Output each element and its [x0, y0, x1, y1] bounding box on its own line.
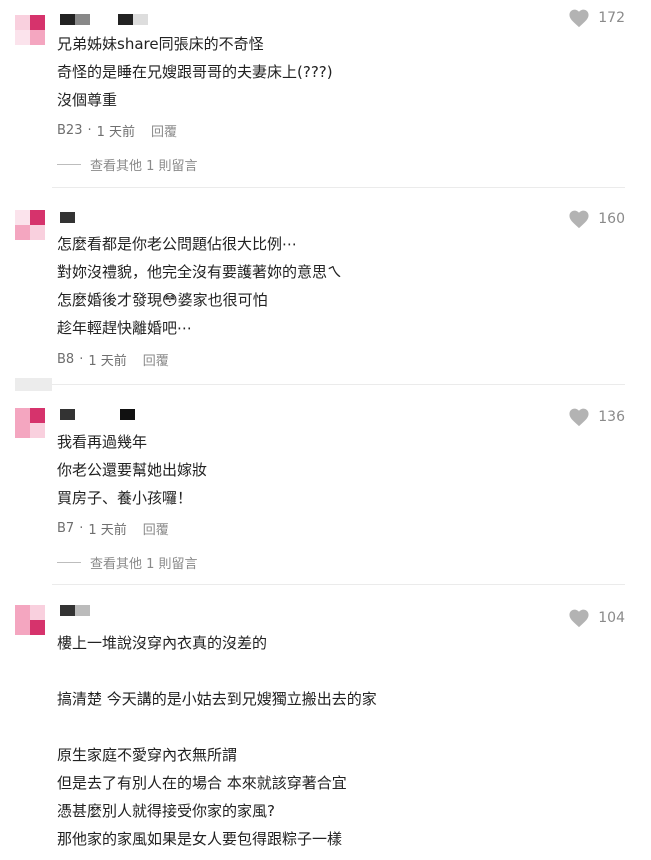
comment-line: 你老公還要幫她出嫁妝	[57, 461, 208, 479]
meta-separator: ·	[79, 521, 84, 536]
comment-line: 兄弟姊妹share同張床的不奇怪	[57, 35, 264, 53]
heart-icon	[569, 210, 589, 229]
scroll-indicator	[15, 378, 52, 391]
comment-line: 奇怪的是睡在兄嫂跟哥哥的夫妻床上(???)	[57, 63, 333, 81]
comment-line	[57, 713, 621, 741]
divider	[52, 187, 625, 188]
like-count: 160	[598, 211, 625, 227]
floor-number: B7	[57, 521, 75, 536]
comment-line: 怎麼看都是你老公問題佔很大比例⋯	[57, 235, 298, 253]
username-pixel-art[interactable]	[60, 212, 75, 223]
comment-line: 搞清楚 今天講的是小姑去到兄嫂獨立搬出去的家	[57, 690, 377, 708]
comment-line: 原生家庭不愛穿內衣無所謂	[57, 746, 238, 764]
username-pixel-art[interactable]	[60, 605, 90, 616]
comment-text: 兄弟姊妹share同張床的不奇怪 奇怪的是睡在兄嫂跟哥哥的夫妻床上(???) 沒…	[57, 30, 621, 114]
heart-icon	[569, 9, 589, 28]
like-button[interactable]: 160	[568, 209, 625, 229]
divider-dash	[57, 562, 81, 563]
reply-button[interactable]: 回覆	[143, 519, 169, 538]
comment-line: 但是去了有別人在的場合 本來就該穿著合宜	[57, 774, 347, 792]
floor-number: B8	[57, 352, 75, 367]
like-button[interactable]: 104	[568, 608, 625, 628]
heart-icon	[569, 609, 589, 628]
timestamp: 1 天前	[96, 125, 136, 140]
meta-separator: ·	[79, 352, 84, 367]
like-count: 136	[598, 409, 625, 425]
comment-line: 怎麼婚後才發現😳婆家也很可怕	[57, 291, 268, 309]
comment-line: 趁年輕趕快離婚吧⋯	[57, 319, 193, 337]
comment-line	[57, 657, 621, 685]
comment-meta: B7 · 1 天前 回覆	[57, 519, 169, 538]
like-count: 172	[598, 10, 625, 26]
username-pixel-art[interactable]	[60, 409, 135, 420]
avatar[interactable]	[15, 15, 45, 45]
comment-line: 買房子、養小孩囉！	[57, 489, 193, 507]
username-pixel-art[interactable]	[60, 14, 148, 25]
comment-text: 我看再過幾年 你老公還要幫她出嫁妝 買房子、養小孩囉！	[57, 428, 621, 512]
reply-button[interactable]: 回覆	[143, 350, 169, 369]
floor-number: B23	[57, 123, 83, 138]
heart-icon	[569, 408, 589, 427]
view-more-label: 查看其他 1 則留言	[90, 159, 198, 174]
comment-text: 樓上一堆說沒穿內衣真的沒差的 搞清楚 今天講的是小姑去到兄嫂獨立搬出去的家 原生…	[57, 629, 621, 853]
timestamp: 1 天前	[88, 523, 127, 538]
comment-line: 我看再過幾年	[57, 433, 148, 451]
like-button[interactable]: 136	[568, 407, 625, 427]
avatar[interactable]	[15, 210, 45, 240]
avatar[interactable]	[15, 408, 45, 438]
avatar[interactable]	[15, 605, 45, 635]
timestamp: 1 天前	[88, 354, 127, 369]
meta-separator: ·	[87, 123, 92, 138]
divider	[52, 384, 625, 385]
view-more-replies[interactable]: 查看其他 1 則留言	[57, 155, 198, 174]
comment-line: 憑甚麼別人就得接受你家的家風?	[57, 802, 275, 820]
view-more-label: 查看其他 1 則留言	[90, 557, 198, 572]
comment-meta: B8 · 1 天前 回覆	[57, 350, 169, 369]
comment-line: 對妳沒禮貌，他完全沒有要護著妳的意思ㄟ	[57, 263, 343, 281]
divider-dash	[57, 164, 81, 165]
divider	[52, 584, 625, 585]
view-more-replies[interactable]: 查看其他 1 則留言	[57, 553, 198, 572]
comment-text: 怎麼看都是你老公問題佔很大比例⋯ 對妳沒禮貌，他完全沒有要護著妳的意思ㄟ 怎麼婚…	[57, 230, 621, 342]
comment-line: 沒個尊重	[57, 91, 118, 109]
like-count: 104	[598, 610, 625, 626]
reply-button[interactable]: 回覆	[151, 121, 177, 140]
comment-meta: B23 · 1 天前 回覆	[57, 121, 177, 140]
comment-line: 那他家的家風如果是女人要包得跟粽子一樣	[57, 830, 343, 848]
comment-line: 樓上一堆說沒穿內衣真的沒差的	[57, 634, 268, 652]
like-button[interactable]: 172	[568, 8, 625, 28]
